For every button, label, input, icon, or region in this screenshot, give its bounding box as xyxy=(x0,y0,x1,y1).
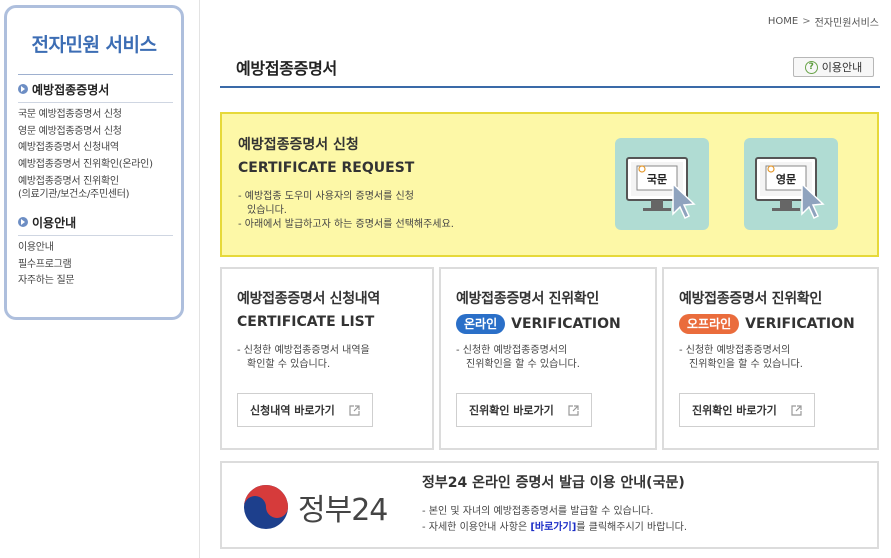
sidebar-section-label: 예방접종증명서 xyxy=(32,82,110,97)
gov24-info-panel: 정부24 정부24 온라인 증명서 발급 이용 안내(국문) - 본인 및 자녀… xyxy=(220,461,879,549)
request-desc-line2: 있습니다. xyxy=(247,205,287,216)
sidebar-section-label: 이용안내 xyxy=(32,215,77,230)
breadcrumb: HOME > 전자민원서비스 xyxy=(768,14,879,29)
sidebar-title: 전자민원 서비스 xyxy=(31,34,157,56)
sidebar-section-certificate[interactable]: 예방접종증명서 xyxy=(18,80,181,98)
button-label: 진위확인 바로가기 xyxy=(692,404,777,417)
korean-certificate-button[interactable]: 국문 xyxy=(615,138,709,230)
card-subtitle: 온라인 VERIFICATION xyxy=(456,314,621,334)
online-verification-card: 예방접종증명서 진위확인 온라인 VERIFICATION - 신청한 예방접종… xyxy=(439,267,657,450)
button-label: 진위확인 바로가기 xyxy=(469,404,554,417)
offline-verify-button[interactable]: 진위확인 바로가기 xyxy=(679,393,815,427)
offline-badge: 오프라인 xyxy=(679,314,740,334)
card-description: - 신청한 예방접종증명서의 진위확인을 할 수 있습니다. xyxy=(456,344,580,372)
section-divider xyxy=(18,235,173,236)
offline-verification-card: 예방접종증명서 진위확인 오프라인 VERIFICATION - 신청한 예방접… xyxy=(662,267,879,450)
card-desc-line2: 확인할 수 있습니다. xyxy=(247,359,331,370)
request-title: 예방접종증명서 신청 xyxy=(238,137,359,153)
card-subtitle: 오프라인 VERIFICATION xyxy=(679,314,855,334)
card-desc-line1: - 신청한 예방접종증명서의 xyxy=(456,345,568,356)
info-desc-line2: - 자세한 이용안내 사항은 [바로가기]를 클릭해주시기 바랍니다. xyxy=(422,520,687,536)
monitor-cursor-icon: 국문 xyxy=(626,157,696,220)
request-history-button[interactable]: 신청내역 바로가기 xyxy=(237,393,373,427)
help-button[interactable]: ? 이용안내 xyxy=(793,57,874,77)
external-link-icon xyxy=(349,404,360,416)
page-title: 예방접종증명서 xyxy=(236,59,337,78)
english-label: 영문 xyxy=(776,173,796,186)
info-desc-pre: - 자세한 이용안내 사항은 xyxy=(422,522,531,533)
card-title: 예방접종증명서 진위확인 xyxy=(679,291,822,307)
external-link-icon xyxy=(568,404,579,416)
request-description: - 예방접종 도우미 사용자의 증명서를 신청 있습니다. - 아래에서 발급하… xyxy=(238,190,568,232)
button-label: 신청내역 바로가기 xyxy=(250,404,335,417)
chevron-right-icon: > xyxy=(802,16,811,27)
card-desc-line2: 진위확인을 할 수 있습니다. xyxy=(689,359,803,370)
sidebar-divider xyxy=(18,74,173,75)
column-divider xyxy=(199,0,200,558)
request-desc-line1: - 예방접종 도우미 사용자의 증명서를 신청 xyxy=(238,191,414,202)
title-underline xyxy=(220,86,880,88)
card-desc-line2: 진위확인을 할 수 있습니다. xyxy=(466,359,580,370)
sidebar-item-verify-offline[interactable]: 예방접종증명서 진위확인 (의료기관/보건소/주민센터) xyxy=(18,175,181,201)
arrow-bullet-icon xyxy=(18,217,28,227)
gov24-logo-text: 정부24 xyxy=(298,493,388,528)
certificate-list-card: 예방접종증명서 신청내역 CERTIFICATE LIST - 신청한 예방접종… xyxy=(220,267,434,450)
info-title: 정부24 온라인 증명서 발급 이용 안내(국문) xyxy=(422,475,685,491)
online-badge: 온라인 xyxy=(456,314,506,334)
arrow-bullet-icon xyxy=(18,84,28,94)
external-link-icon xyxy=(791,404,802,416)
sidebar-item-verify-offline-line1: 예방접종증명서 진위확인 xyxy=(18,176,119,187)
card-subtitle-text: VERIFICATION xyxy=(511,316,621,332)
sidebar-item-verify-offline-line2: (의료기관/보건소/주민센터) xyxy=(18,189,130,200)
card-subtitle-text: CERTIFICATE LIST xyxy=(237,314,375,330)
section-divider xyxy=(18,102,173,103)
request-subtitle: CERTIFICATE REQUEST xyxy=(238,160,415,176)
sidebar-item-verify-online[interactable]: 예방접종증명서 진위확인(온라인) xyxy=(18,157,181,174)
sidebar-item-korean-request[interactable]: 국문 예방접종증명서 신청 xyxy=(18,107,181,124)
sidebar-item-required-programs[interactable]: 필수프로그램 xyxy=(18,257,181,274)
certificate-request-panel: 예방접종증명서 신청 CERTIFICATE REQUEST - 예방접종 도우… xyxy=(220,112,879,257)
online-verify-button[interactable]: 진위확인 바로가기 xyxy=(456,393,592,427)
gov24-logo: 정부24 xyxy=(242,483,388,531)
card-title: 예방접종증명서 진위확인 xyxy=(456,291,599,307)
taegeuk-icon xyxy=(244,485,288,529)
english-certificate-button[interactable]: 영문 xyxy=(744,138,838,230)
info-desc-post: 를 클릭해주시기 바랍니다. xyxy=(576,522,688,533)
card-subtitle-text: VERIFICATION xyxy=(745,316,855,332)
info-description: - 본인 및 자녀의 예방접종증명서를 발급할 수 있습니다. - 자세한 이용… xyxy=(422,504,687,536)
question-icon: ? xyxy=(804,60,818,74)
card-subtitle: CERTIFICATE LIST xyxy=(237,314,374,330)
info-desc-line1: - 본인 및 자녀의 예방접종증명서를 발급할 수 있습니다. xyxy=(422,506,654,517)
card-desc-line1: - 신청한 예방접종증명서의 xyxy=(679,345,791,356)
sidebar-item-request-history[interactable]: 예방접종증명서 신청내역 xyxy=(18,140,181,157)
sidebar-item-english-request[interactable]: 영문 예방접종증명서 신청 xyxy=(18,124,181,141)
sidebar-section-guide[interactable]: 이용안내 xyxy=(18,213,181,231)
request-desc-line3: - 아래에서 발급하고자 하는 증명서를 선택해주세요. xyxy=(238,219,454,230)
sidebar-nav: 전자민원 서비스 예방접종증명서 국문 예방접종증명서 신청 영문 예방접종증명… xyxy=(4,5,184,320)
card-description: - 신청한 예방접종증명서 내역을 확인할 수 있습니다. xyxy=(237,344,370,372)
card-description: - 신청한 예방접종증명서의 진위확인을 할 수 있습니다. xyxy=(679,344,803,372)
breadcrumb-home[interactable]: HOME xyxy=(768,16,798,27)
gov24-shortcut-link[interactable]: [바로가기] xyxy=(530,522,576,533)
help-button-label: 이용안내 xyxy=(821,61,863,74)
breadcrumb-current: 전자민원서비스 xyxy=(814,18,879,29)
monitor-cursor-icon: 영문 xyxy=(755,157,825,220)
sidebar-item-faq[interactable]: 자주하는 질문 xyxy=(18,273,181,290)
korean-label: 국문 xyxy=(647,173,667,186)
card-title: 예방접종증명서 신청내역 xyxy=(237,291,380,307)
card-desc-line1: - 신청한 예방접종증명서 내역을 xyxy=(237,345,370,356)
sidebar-item-guide[interactable]: 이용안내 xyxy=(18,240,181,257)
